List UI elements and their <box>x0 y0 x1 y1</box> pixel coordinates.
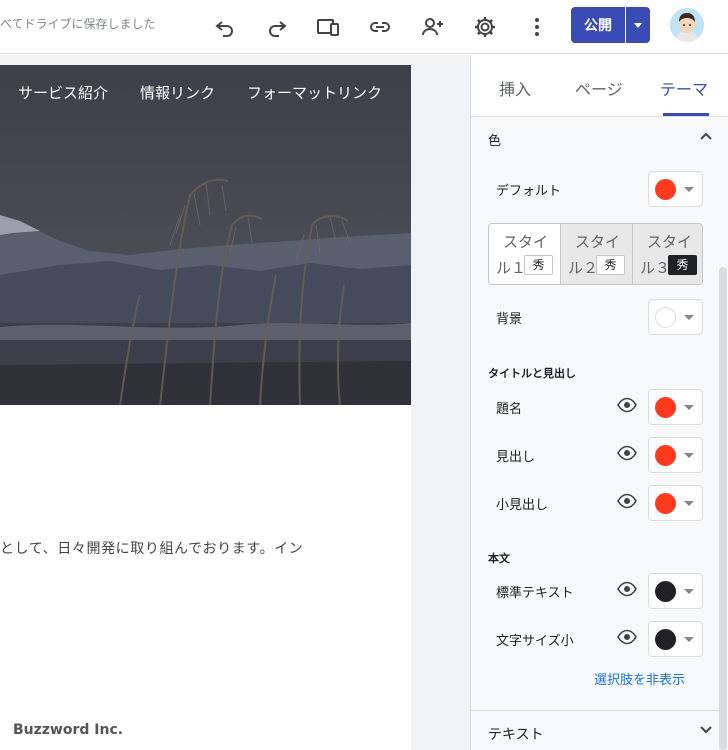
save-status: べてドライブに保存しました <box>0 17 156 31</box>
color-swatch <box>655 493 676 514</box>
style-option-1[interactable]: スタイ ル１ 秀 <box>489 224 560 284</box>
small-text-color-picker[interactable] <box>648 621 703 657</box>
standard-text-color-picker[interactable] <box>648 573 703 609</box>
eye-icon[interactable] <box>617 491 637 511</box>
eye-icon[interactable] <box>617 627 637 647</box>
tab-themes[interactable]: テーマ <box>660 76 708 100</box>
redo-icon[interactable] <box>261 11 293 43</box>
section-title-text[interactable]: テキスト <box>488 724 544 744</box>
style-badge: 秀 <box>596 255 625 275</box>
site-page-preview[interactable]: サービス紹介 情報リンク フォーマットリンク として、日々開発に取り組んでおりま… <box>0 65 411 750</box>
style-options: スタイ ル１ 秀 スタイ ル２ 秀 スタイ ル３ 秀 <box>488 223 703 285</box>
tab-insert[interactable]: 挿入 <box>499 76 531 100</box>
hero-image[interactable]: サービス紹介 情報リンク フォーマットリンク <box>0 65 411 405</box>
subheading-color-picker[interactable] <box>648 485 703 521</box>
footer-company-name[interactable]: Buzzword Inc. <box>13 722 123 738</box>
default-label: デフォルト <box>496 184 562 199</box>
eye-icon[interactable] <box>617 443 637 463</box>
small-text-label: 文字サイズ小 <box>496 634 574 649</box>
chevron-up-icon[interactable] <box>699 129 713 143</box>
nav-link-format[interactable]: フォーマットリンク <box>247 82 382 103</box>
section-divider <box>471 710 719 711</box>
panel-scrollbar[interactable] <box>719 267 727 750</box>
theme-panel: 挿入 ページ テーマ 色 デフォルト スタイ ル１ 秀 スタイ ル２ 秀 スタイ… <box>470 55 728 750</box>
nav-link-info[interactable]: 情報リンク <box>140 82 215 103</box>
color-swatch <box>655 307 676 328</box>
editor-canvas: サービス紹介 情報リンク フォーマットリンク として、日々開発に取り組んでおりま… <box>0 55 470 750</box>
style-badge: 秀 <box>524 255 553 275</box>
panel-tabs: 挿入 ページ テーマ <box>471 55 728 117</box>
publish-dropdown-button[interactable] <box>626 7 650 43</box>
device-preview-icon[interactable] <box>312 11 344 43</box>
background-label: 背景 <box>496 312 523 327</box>
title-label: 題名 <box>496 402 523 417</box>
background-color-picker[interactable] <box>648 299 703 335</box>
undo-icon[interactable] <box>209 11 241 43</box>
add-person-icon[interactable] <box>417 11 449 43</box>
style-option-3[interactable]: スタイ ル３ 秀 <box>632 224 702 284</box>
nav-link-services[interactable]: サービス紹介 <box>18 82 108 103</box>
eye-icon[interactable] <box>617 579 637 599</box>
top-toolbar: べてドライブに保存しました 公開 <box>0 0 728 54</box>
heading-color-picker[interactable] <box>648 437 703 473</box>
gear-icon[interactable] <box>469 11 501 43</box>
more-vert-icon[interactable] <box>521 11 553 43</box>
site-navigation: サービス紹介 情報リンク フォーマットリンク <box>0 82 411 106</box>
body-paragraph[interactable]: として、日々開発に取り組んでおります。イン <box>0 538 303 558</box>
style-badge: 秀 <box>668 255 697 275</box>
standard-text-label: 標準テキスト <box>496 586 574 601</box>
titles-headings-heading: タイトルと見出し <box>488 367 576 380</box>
tab-pages[interactable]: ページ <box>575 76 623 100</box>
link-icon[interactable] <box>364 11 396 43</box>
title-color-picker[interactable] <box>648 389 703 425</box>
color-swatch <box>655 629 676 650</box>
subheading-label: 小見出し <box>496 498 549 513</box>
color-swatch <box>655 581 676 602</box>
chevron-down-icon[interactable] <box>699 723 713 737</box>
publish-button[interactable]: 公開 <box>571 7 625 43</box>
body-text-heading: 本文 <box>488 552 510 565</box>
hide-options-link[interactable]: 選択肢を非表示 <box>594 669 685 688</box>
active-tab-indicator <box>663 113 709 116</box>
color-swatch <box>655 397 676 418</box>
color-swatch <box>655 445 676 466</box>
heading-label: 見出し <box>496 450 536 465</box>
avatar[interactable] <box>670 8 704 42</box>
eye-icon[interactable] <box>617 395 637 415</box>
default-color-picker[interactable] <box>648 171 703 207</box>
section-title-color: 色 <box>488 134 502 149</box>
style-option-2[interactable]: スタイ ル２ 秀 <box>560 224 632 284</box>
panel-content: 色 デフォルト スタイ ル１ 秀 スタイ ル２ 秀 スタイ ル３ 秀 背景 タイ… <box>471 117 728 750</box>
color-swatch <box>655 179 676 200</box>
